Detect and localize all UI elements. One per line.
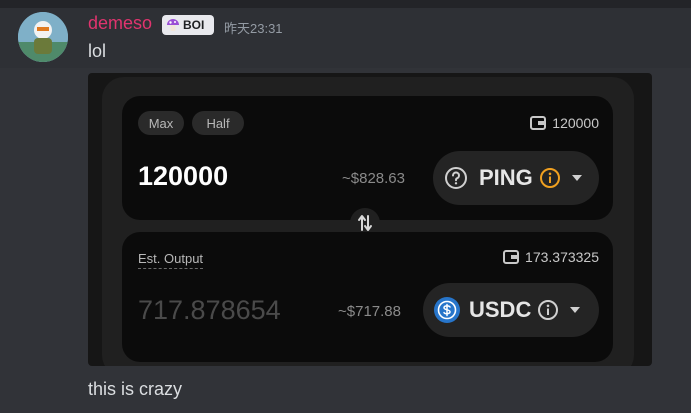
username[interactable]: demeso (88, 13, 152, 34)
output-card: Est. Output 173.373325 717.878654 ~$717.… (122, 232, 613, 362)
balance-value: 120000 (552, 115, 599, 131)
info-icon (538, 300, 559, 320)
half-button[interactable]: Half (192, 111, 244, 135)
wallet-icon (530, 116, 547, 130)
usd-value: ~$717.88 (338, 303, 401, 320)
wallet-balance: 120000 (530, 115, 599, 131)
badge-label: BOI (183, 18, 205, 32)
token-selector-output[interactable]: USDC (423, 283, 599, 337)
amount-input[interactable]: 120000 (138, 161, 228, 192)
max-button[interactable]: Max (138, 111, 184, 135)
window-top-bar (0, 0, 691, 8)
balance-value: 173.373325 (525, 249, 599, 265)
input-card: Max Half 120000 120000 ~$828.63 PING (122, 96, 613, 220)
embedded-screenshot[interactable]: Max Half 120000 120000 ~$828.63 PING Est… (88, 73, 652, 366)
chevron-down-icon (570, 307, 581, 313)
chevron-down-icon (571, 175, 582, 181)
usd-value: ~$828.63 (342, 170, 405, 187)
warning-info-icon (539, 168, 560, 188)
message-text: this is crazy (88, 379, 183, 399)
message-text: lol (88, 41, 107, 61)
swap-arrows-icon (358, 215, 372, 231)
token-selector[interactable]: PING (433, 151, 599, 205)
wallet-icon (503, 250, 520, 264)
avatar[interactable] (18, 12, 68, 62)
token-symbol: PING (479, 165, 533, 190)
role-badge[interactable]: BOI (162, 15, 214, 35)
mushroom-icon (167, 19, 179, 31)
wallet-balance-output: 173.373325 (503, 249, 599, 265)
timestamp[interactable]: 昨天23:31 (224, 18, 283, 37)
est-output-label[interactable]: Est. Output (138, 251, 204, 269)
output-amount: 717.878654 (138, 295, 281, 325)
usdc-logo-icon (434, 297, 460, 323)
help-icon (445, 167, 467, 189)
token-symbol: USDC (469, 297, 532, 322)
